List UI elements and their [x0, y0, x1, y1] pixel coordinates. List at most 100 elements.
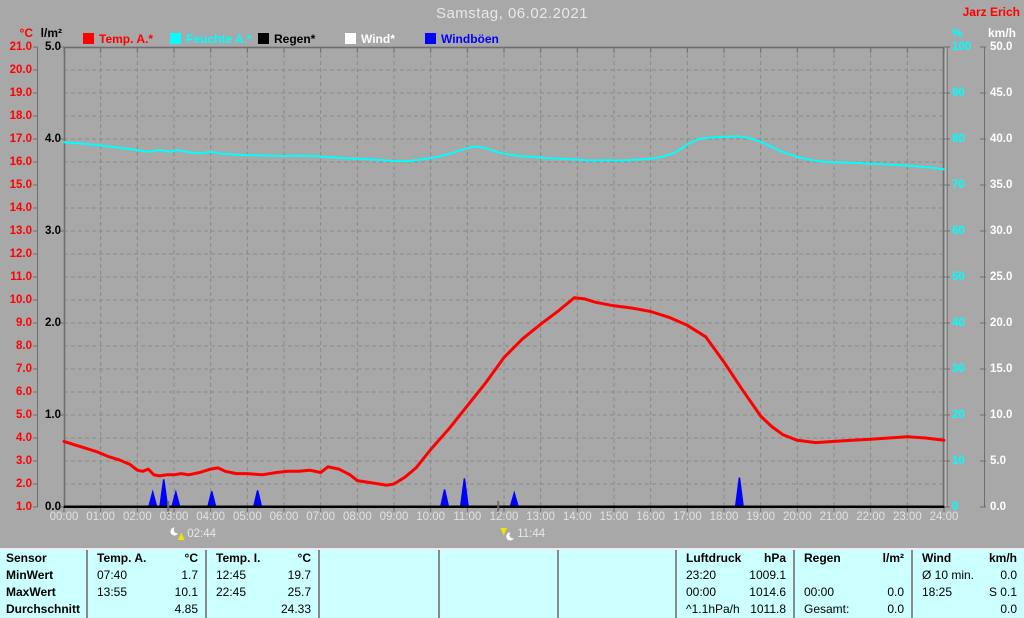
temperature-tick-label: 20.0 — [9, 64, 32, 76]
stats-data-row: 12:45 19.7 — [207, 567, 318, 584]
rain-tick-label: 5.0 — [45, 41, 61, 53]
rain-tick-label: 4.0 — [45, 133, 61, 145]
wind-tick-label: 25.0 — [990, 271, 1013, 283]
stats-cell-time: 07:40 — [97, 568, 128, 582]
stats-data-row — [440, 567, 557, 584]
stats-header-name — [559, 550, 568, 567]
stats-cell-value: 1.7 — [181, 568, 198, 582]
station-name: Jarz Erich — [962, 5, 1020, 19]
stats-cell-time: 23:20 — [686, 568, 717, 582]
stats-data-row: 22:45 25.7 — [207, 584, 318, 601]
stats-column-header: Wind km/h — [913, 550, 1024, 567]
stats-header-name: Wind — [922, 551, 952, 565]
legend-swatch-icon — [425, 33, 436, 44]
moonrise-icon — [170, 526, 185, 540]
stats-cell-value — [568, 567, 675, 584]
stats-header-name: Temp. A. — [97, 551, 147, 565]
stats-cell-value — [449, 601, 557, 618]
stats-header-unit: l/m² — [882, 551, 904, 565]
stats-data-row — [559, 567, 675, 584]
wind-unit-label: km/h — [988, 26, 1017, 40]
stats-cell-time — [440, 584, 449, 601]
stats-data-row: 13:55 10.1 — [88, 584, 205, 601]
wind-tick-label: 50.0 — [990, 41, 1013, 53]
moonset-icon — [500, 527, 516, 540]
stats-column-header: Regen l/m² — [795, 550, 911, 567]
wind-tick-label: 10.0 — [990, 409, 1013, 421]
stats-column-header — [559, 550, 675, 567]
temperature-tick-label: 17.0 — [9, 133, 32, 145]
stats-cell-time: 13:55 — [97, 585, 128, 599]
page-title: Samstag, 06.02.2021 — [435, 5, 589, 22]
humidity-tick-label: 10 — [952, 455, 965, 467]
temperature-tick-label: 6.0 — [16, 386, 32, 398]
stats-cell-value — [329, 601, 438, 618]
stats-header-unit: hPa — [763, 551, 786, 565]
weather-station-window: Samstag, 06.02.2021 Jarz Erich °C l/m²% km… — [0, 0, 1024, 618]
stats-data-row: 24.33 — [207, 601, 318, 618]
stats-cell-time — [88, 601, 97, 618]
stats-cell-value — [449, 584, 557, 601]
humidity-tick-label: 20 — [952, 409, 965, 421]
stats-data-row: ^1.1hPa/h 1011.8 — [677, 601, 793, 618]
stats-cell-value: 0.0 — [1000, 568, 1017, 582]
stats-cell-value: 10.1 — [174, 585, 198, 599]
legend-label: Temp. A.* — [99, 31, 154, 46]
stats-cell-time — [440, 567, 449, 584]
stats-header-name — [320, 550, 329, 567]
rain-tick-label: 3.0 — [45, 225, 61, 237]
stats-label-column: Sensor MinWert MaxWert Durchschnitt — [0, 550, 88, 618]
temperature-tick-label: 13.0 — [9, 225, 32, 237]
stats-cell-time — [320, 584, 329, 601]
legend-label: Regen* — [274, 31, 316, 46]
stats-header-unit — [329, 550, 438, 567]
x-axis-hour-label: 24:00 — [929, 511, 959, 523]
stats-data-row — [559, 601, 675, 618]
humidity-tick-label: 60 — [952, 225, 965, 237]
temperature-unit-label: °C — [19, 26, 33, 40]
legend-label: Windböen — [441, 31, 499, 46]
stats-cell-time: 00:00 — [804, 585, 835, 599]
stats-cell-time — [559, 601, 568, 618]
stats-column-empty — [320, 550, 440, 618]
stats-cell-time: Gesamt: — [804, 602, 850, 616]
stats-column-header: Temp. A. °C — [88, 550, 205, 567]
rain-tick-label: 1.0 — [45, 409, 61, 421]
stats-cell-value — [804, 567, 911, 584]
stats-data-row — [559, 584, 675, 601]
stats-header-unit — [568, 550, 675, 567]
stats-column-header: Luftdruck hPa — [677, 550, 793, 567]
temperature-tick-label: 18.0 — [9, 110, 32, 122]
stats-cell-time: 12:45 — [216, 568, 247, 582]
plot-area[interactable] — [64, 47, 944, 507]
wind-tick-label: 40.0 — [990, 133, 1013, 145]
stats-cell-time — [440, 601, 449, 618]
sensor-stats-table: Sensor MinWert MaxWert Durchschnitt Temp. A.… — [0, 548, 1024, 618]
stats-header-unit: °C — [297, 551, 311, 565]
legend-item: Feuchte A.* — [170, 32, 252, 46]
stats-data-row: 00:00 1014.6 — [677, 584, 793, 601]
stats-data-row — [320, 584, 438, 601]
wind-tick-label: 5.0 — [990, 455, 1006, 467]
wind-tick-label: 30.0 — [990, 225, 1013, 237]
stats-data-row: 23:20 1009.1 — [677, 567, 793, 584]
stats-cell-value: 19.7 — [287, 568, 311, 582]
stats-cell-value: 4.85 — [174, 602, 198, 616]
stats-column-luftdruck: Luftdruck hPa 23:20 1009.1 00:00 1014.6 ^1.1hP… — [677, 550, 795, 618]
stats-column-header — [320, 550, 438, 567]
stats-column-temp-i-: Temp. I. °C 12:45 19.7 22:45 25.7 24.33 — [207, 550, 320, 618]
stats-data-row: 07:40 1.7 — [88, 567, 205, 584]
stats-header-name: Regen — [804, 551, 841, 565]
stats-cell-time — [320, 567, 329, 584]
stats-cell-time: 18:25 — [922, 585, 953, 599]
humidity-tick-label: 30 — [952, 363, 965, 375]
stats-row-label: MinWert — [6, 568, 54, 582]
stats-row-label: Durchschnitt — [6, 602, 81, 616]
legend-swatch-icon — [345, 33, 356, 44]
stats-header-unit: km/h — [988, 551, 1017, 565]
stats-cell-time — [559, 584, 568, 601]
stats-data-row: 18:25 S 0.1 — [913, 584, 1024, 601]
stats-data-row — [320, 601, 438, 618]
stats-cell-value — [329, 567, 438, 584]
stats-data-row — [440, 584, 557, 601]
